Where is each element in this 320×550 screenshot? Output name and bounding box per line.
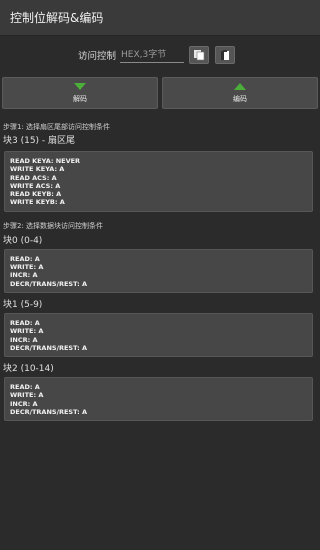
sector-trailer-line: WRITE KEYB: A: [10, 198, 65, 207]
sector-trailer-line: READ KEYB: A: [10, 190, 62, 199]
block2-title: 块2 (10-14): [3, 364, 54, 375]
paste-icon: [194, 50, 205, 61]
title-bar: 控制位解码&编码: [0, 0, 320, 36]
sector-trailer-panel[interactable]: READ KEYA: NEVER WRITE KEYA: A READ ACS:…: [4, 151, 313, 212]
encode-button-label: 编码: [233, 94, 247, 103]
paste-button[interactable]: [189, 46, 210, 64]
sector-trailer-line: WRITE KEYA: A: [10, 165, 65, 174]
step2-text: 步骤2: 选择数据块访问控制条件: [3, 221, 104, 230]
block1-line: READ: A: [10, 318, 40, 327]
block0-panel[interactable]: READ: A WRITE: A INCR: A DECR/TRANS/REST…: [4, 248, 313, 293]
app-title: 控制位解码&编码: [10, 11, 104, 25]
block0-line: WRITE: A: [10, 263, 44, 272]
block2-line: DECR/TRANS/REST: A: [10, 408, 88, 417]
block1-title: 块1 (5-9): [3, 299, 43, 310]
block1-panel[interactable]: READ: A WRITE: A INCR: A DECR/TRANS/REST…: [4, 312, 313, 358]
block1-line: DECR/TRANS/REST: A: [10, 343, 88, 352]
sector-trailer-line: WRITE ACS: A: [10, 181, 61, 190]
sector-trailer-title: 块3 (15) - 扇区尾: [3, 136, 76, 146]
block0-line: DECR/TRANS/REST: A: [10, 279, 88, 288]
sector-trailer-line: READ KEYA: NEVER: [10, 157, 81, 165]
access-control-row: 访问控制: [0, 40, 320, 70]
block0-title: 块0 (0-4): [3, 235, 43, 246]
block0-line: INCR: A: [10, 271, 38, 280]
copy-icon: [221, 50, 230, 60]
block2-line: READ: A: [10, 383, 40, 392]
decode-button-label: 解码: [73, 94, 87, 103]
step1-text: 步骤1: 选择扇区尾部访问控制条件: [3, 123, 111, 131]
access-control-input[interactable]: [120, 47, 185, 63]
block0-line: READ: A: [10, 254, 40, 263]
block1-line: INCR: A: [10, 335, 38, 344]
arrow-up-icon: [234, 82, 246, 90]
action-button-row: 解码 编码: [0, 77, 320, 109]
copy-button[interactable]: [215, 46, 236, 64]
block2-panel[interactable]: READ: A WRITE: A INCR: A DECR/TRANS/REST…: [4, 377, 313, 422]
decode-button[interactable]: 解码: [2, 77, 158, 109]
sector-trailer-line: READ ACS: A: [10, 173, 57, 182]
access-control-label: 访问控制: [78, 51, 117, 62]
block1-line: WRITE: A: [10, 327, 44, 336]
encode-button[interactable]: 编码: [162, 77, 318, 109]
block2-line: WRITE: A: [10, 391, 44, 400]
block2-line: INCR: A: [10, 399, 38, 408]
arrow-down-icon: [74, 82, 86, 90]
